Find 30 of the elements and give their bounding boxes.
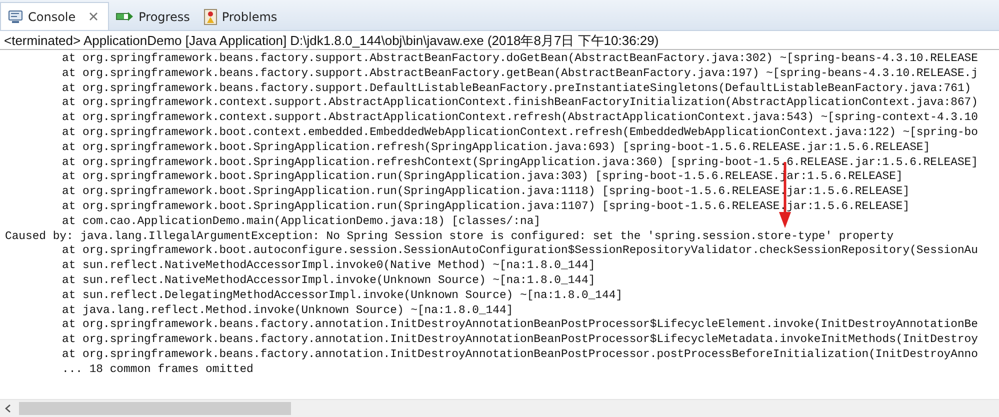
- console-line: at org.springframework.boot.SpringApplication.refreshContext(SpringApplication.java:360) [spring-boot-1.5.6.RELEASE.jar:1.5.6.RELEASE]: [61, 156, 978, 170]
- console-line: at sun.reflect.DelegatingMethodAccessorImpl.invoke(Unknown Source) ~[na:1.8.0_144]: [61, 288, 623, 304]
- console-line: Caused by: java.lang.IllegalArgumentException: No Spring Session store is configured: set the 'spring.session.store-type' property: [4, 230, 894, 244]
- console-line: at org.springframework.beans.factory.annotation.InitDestroyAnnotationBeanPostProcessor.postProcessBeforeInitialization(InitDestroyAnno: [61, 348, 978, 363]
- view-tab[interactable]: Problems: [196, 3, 284, 30]
- close-icon[interactable]: [88, 12, 98, 21]
- console-line: at org.springframework.boot.autoconfigure.session.SessionAutoConfiguration$SessionRepositoryValidator.checkSessionRepository(SessionAu: [61, 244, 978, 260]
- console-line: at sun.reflect.NativeMethodAccessorImpl.invoke0(Native Method) ~[na:1.8.0_144]: [61, 259, 596, 274]
- progress-icon: [116, 10, 134, 23]
- console-line: at org.springframework.beans.factory.annotation.InitDestroyAnnotationBeanPostProcessor$LifecycleMetadata.invokeInitMethods(InitDestroy: [61, 333, 978, 348]
- console-line: at org.springframework.beans.factory.support.AbstractBeanFactory.doGetBean(AbstractBeanFactory.java:302) ~[spring-beans-4.3.10.RELEASE: [61, 52, 978, 67]
- console-line: at org.springframework.boot.SpringApplication.refresh(SpringApplication.java:693) [spring-boot-1.5.6.RELEASE.jar:1.5.6.RELEASE]: [61, 140, 930, 156]
- console-line: at org.springframework.beans.factory.support.DefaultListableBeanFactory.preInstantiateSingletons(DefaultListableBeanFactory.java:761): [61, 82, 972, 96]
- view-tab[interactable]: Console: [0, 2, 109, 30]
- console-line: ... 18 common frames omitted: [61, 362, 254, 378]
- process-label: <terminated> ApplicationDemo [Java Application] D:\jdk1.8.0_144\obj\bin\javaw.exe (2018年8月7日 下午10:36:29): [0, 31, 999, 50]
- console-line: at com.cao.ApplicationDemo.main(ApplicationDemo.java:18) [classes/:na]: [61, 214, 540, 230]
- console-line: at org.springframework.beans.factory.annotation.InitDestroyAnnotationBeanPostProcessor$LifecycleElement.invoke(InitDestroyAnnotationBe: [61, 318, 978, 334]
- console-line: at org.springframework.beans.factory.support.AbstractBeanFactory.getBean(AbstractBeanFactory.java:197) ~[spring-beans-4.3.10.RELEASE.j: [61, 66, 978, 82]
- console-line: at org.springframework.context.support.AbstractApplicationContext.finishBeanFactoryInitialization(AbstractApplicationContext.java:867): [61, 96, 978, 112]
- console-line: at sun.reflect.NativeMethodAccessorImpl.invoke(Unknown Source) ~[na:1.8.0_144]: [61, 274, 596, 289]
- view-tab[interactable]: Progress: [108, 3, 197, 30]
- monitor-icon: [8, 10, 23, 24]
- problems-icon: [204, 8, 217, 24]
- scrollbar-thumb[interactable]: [19, 402, 291, 415]
- console-line: at java.lang.reflect.Method.invoke(Unknown Source) ~[na:1.8.0_144]: [61, 304, 514, 318]
- scroll-left-icon[interactable]: [5, 404, 11, 413]
- horizontal-scrollbar[interactable]: [0, 399, 999, 417]
- console-line: at org.springframework.boot.context.embedded.EmbeddedWebApplicationContext.refresh(EmbeddedWebApplicationContext.java:122) ~[spring-bo: [61, 126, 978, 141]
- console-line: at org.springframework.context.support.AbstractApplicationContext.refresh(AbstractApplicationContext.java:543) ~[spring-context-4.3.10: [61, 111, 978, 126]
